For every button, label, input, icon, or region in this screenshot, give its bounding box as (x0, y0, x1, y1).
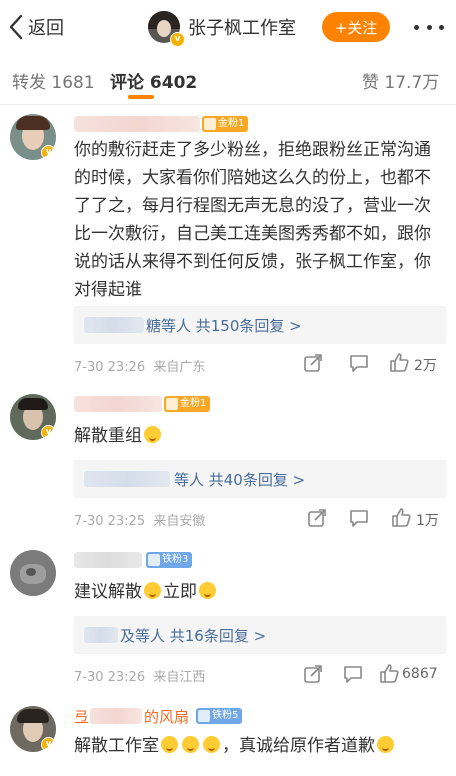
replies-summary[interactable]: 糖等人 共150条回复 > (74, 306, 446, 344)
verified-badge-icon: v (41, 425, 56, 440)
tab-like[interactable]: 赞 17.7万 (362, 68, 439, 93)
commenter-name-blurred[interactable] (74, 552, 142, 568)
reply-summary-text: 等人 共40条回复 > (174, 471, 306, 489)
more-options-icon[interactable] (414, 16, 444, 38)
commenter-avatar[interactable] (10, 550, 56, 596)
replies-summary[interactable]: 等人 共40条回复 > (74, 460, 446, 498)
comment-icon[interactable] (342, 663, 364, 685)
comment-text: 建议解散 立即 (74, 578, 446, 606)
comment-icon[interactable] (348, 352, 370, 374)
like-count: 1万 (416, 513, 439, 529)
comment-icon[interactable] (348, 507, 370, 529)
commenter-name-suffix[interactable]: 的风扇 (144, 706, 189, 727)
emoji-icon (182, 736, 199, 753)
chevron-left-icon (9, 14, 23, 40)
emoji-icon (203, 736, 220, 753)
fan-badge: 金粉1 (202, 116, 249, 132)
follow-button[interactable]: +关注 (322, 12, 390, 42)
replies-summary[interactable]: 及等人 共16条回复 > (74, 616, 446, 654)
weibo-comments-page: 返回 v 张子枫工作室 +关注 转发 1681 评论 6402 赞 17.7万 … (0, 0, 456, 776)
active-tab-indicator (128, 95, 154, 99)
verified-badge-icon: v (170, 32, 185, 47)
comment-time: 7-30 23:26 来自广东 (74, 360, 206, 375)
commenter-name-blurred[interactable] (74, 396, 162, 412)
verified-badge-icon: v (41, 737, 56, 752)
comment-item: 铁粉3 建议解散 立即 及等人 共16条回复 > 7-30 23:26 来自江西 … (0, 540, 456, 696)
emoji-icon (161, 736, 178, 753)
tab-repost[interactable]: 转发 1681 (12, 68, 95, 93)
reply-summary-text: 及等人 共16条回复 > (120, 627, 267, 645)
fan-badge: 金粉1 (164, 396, 211, 412)
fan-badge: 铁粉5 (196, 708, 243, 724)
comment-text: 解散重组 (74, 422, 446, 450)
fan-badge-icon (166, 398, 178, 410)
commenter-avatar[interactable]: v (10, 114, 56, 160)
fan-badge-icon (198, 710, 210, 722)
fan-badge-icon (148, 554, 160, 566)
comment-item: v 金粉1 你的敷衍赶走了多少粉丝，拒绝跟粉丝正常沟通的时候，大家看你们陪她这么… (0, 104, 456, 384)
reply-users-blurred (84, 471, 170, 487)
emoji-icon (144, 582, 161, 599)
account-name: 张子枫工作室 (188, 18, 296, 39)
commenter-name-blurred[interactable] (74, 116, 200, 132)
comment-time: 7-30 23:25 来自安徽 (74, 514, 206, 529)
reply-users-blurred (84, 317, 144, 333)
back-label: 返回 (28, 18, 64, 39)
comment-time: 7-30 23:26 来自江西 (74, 670, 206, 685)
emoji-icon (144, 426, 161, 443)
share-icon[interactable] (302, 663, 324, 685)
share-icon[interactable] (306, 507, 328, 529)
tab-comment[interactable]: 评论 6402 (110, 68, 197, 93)
comment-item: v 弖 的风扇 铁粉5 解散工作室 ，真诚给原作者道歉 (0, 696, 456, 776)
like-count: 2万 (414, 358, 437, 374)
like-icon[interactable] (378, 663, 400, 685)
comment-item: v 金粉1 解散重组 等人 共40条回复 > 7-30 23:25 来自安徽 1… (0, 384, 456, 540)
commenter-avatar[interactable]: v (10, 706, 56, 752)
commenter-avatar[interactable]: v (10, 394, 56, 440)
account-header[interactable]: v 张子枫工作室 (148, 10, 296, 47)
comment-text: 解散工作室 ，真诚给原作者道歉 (74, 732, 446, 760)
comment-text: 你的敷衍赶走了多少粉丝，拒绝跟粉丝正常沟通的时候，大家看你们陪她这么久的份上，也… (74, 140, 431, 300)
emoji-icon (199, 582, 216, 599)
reply-users-blurred (84, 627, 118, 643)
tab-bar: 转发 1681 评论 6402 赞 17.7万 (0, 54, 456, 105)
emoji-icon (377, 736, 394, 753)
back-button[interactable]: 返回 (8, 12, 64, 42)
verified-badge-icon: v (41, 145, 56, 160)
like-count: 6867 (402, 666, 438, 682)
share-icon[interactable] (302, 352, 324, 374)
like-icon[interactable] (388, 352, 410, 374)
like-icon[interactable] (390, 507, 412, 529)
commenter-name-prefix[interactable]: 弖 (74, 706, 89, 727)
commenter-name-blurred[interactable] (90, 708, 142, 724)
top-nav-bar: 返回 v 张子枫工作室 +关注 (0, 0, 456, 54)
fan-badge-icon (204, 118, 216, 130)
fan-badge: 铁粉3 (146, 552, 193, 568)
reply-summary-text: 糖等人 共150条回复 > (146, 317, 302, 335)
